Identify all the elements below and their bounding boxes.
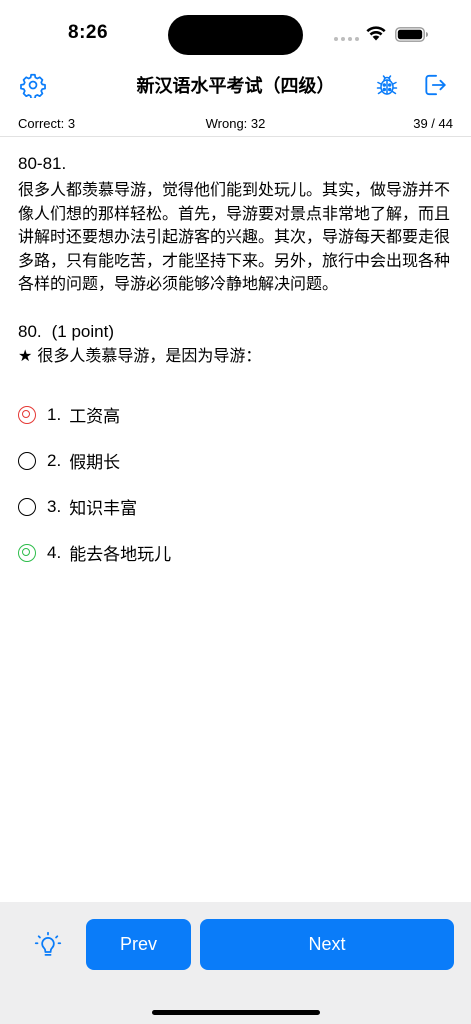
wifi-icon [366,26,386,41]
score-row: Correct: 3 Wrong: 32 39 / 44 [0,112,471,137]
option-number: 4. [47,542,62,562]
bottom-toolbar: Prev Next [0,902,471,1024]
option-label: 知识丰富 [69,499,138,519]
option-label: 工资高 [69,407,121,427]
radio-correct-icon [18,543,36,562]
radio-empty-icon [18,451,36,470]
passage-text: 很多人都羡慕导游，觉得他们能到处玩儿。其实，做导游并不像人们想的那样轻松。首先，… [18,180,451,293]
ladybug-icon [376,75,398,95]
question-text: ★ 很多人羡慕导游，是因为导游： [18,345,262,365]
next-button[interactable]: Next [200,919,454,970]
question-points: (1 point) [51,321,115,341]
radio-empty-icon [18,497,36,516]
home-indicator [152,1010,320,1015]
status-bar: 8:26 [0,0,471,60]
answer-option-1[interactable]: 1. 工资高 [18,392,454,438]
passage-number: 80-81. [18,154,67,173]
cellular-signal-icon [334,37,359,41]
option-label: 假期长 [69,453,121,473]
question-content: 80-81. 很多人都羡慕导游，觉得他们能到处玩儿。其实，做导游并不像人们想的那… [18,152,454,576]
dynamic-island [168,15,303,55]
option-number: 1. [47,404,62,424]
exit-icon [425,74,446,96]
radio-wrong-icon [18,405,36,424]
battery-icon [395,27,428,42]
answer-option-3[interactable]: 3. 知识丰富 [18,484,454,530]
option-label: 能去各地玩儿 [69,545,172,565]
exit-button[interactable] [421,71,449,99]
question-header: 80. (1 point) [18,320,454,344]
lightbulb-icon [34,931,62,956]
status-time: 8:26 [68,22,109,43]
option-number: 3. [47,496,62,516]
answer-option-4[interactable]: 4. 能去各地玩儿 [18,530,454,576]
question-number: 80. [18,321,42,341]
answer-option-2[interactable]: 2. 假期长 [18,438,454,484]
navigation-bar: 新汉语水平考试（四级） [0,62,471,108]
answer-options: 1. 工资高 2. 假期长 3. 知识丰富 4. 能去各地玩儿 [18,392,454,576]
hint-button[interactable] [34,931,62,959]
debug-button[interactable] [373,71,401,99]
question-progress: 39 / 44 [413,116,453,131]
option-number: 2. [47,450,62,470]
wrong-count: Wrong: 32 [205,116,266,131]
prev-button[interactable]: Prev [86,919,191,970]
